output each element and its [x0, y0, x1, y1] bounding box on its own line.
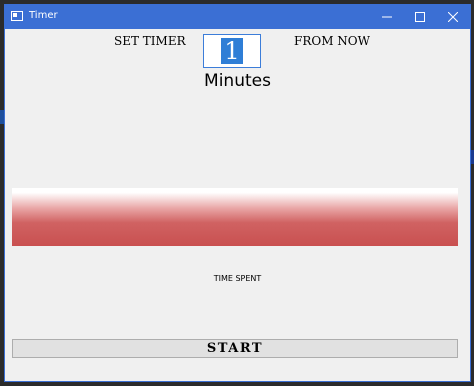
minutes-input[interactable]: 1	[203, 34, 261, 68]
start-button[interactable]: START	[12, 339, 458, 358]
close-icon	[448, 12, 458, 22]
app-icon	[11, 11, 23, 21]
minimize-button[interactable]	[370, 5, 404, 29]
maximize-button[interactable]	[403, 5, 437, 29]
maximize-icon	[415, 12, 425, 22]
timer-window: Timer SET TIMER 1 FROM NOW Minutes TIME …	[4, 4, 471, 382]
minimize-icon	[382, 16, 392, 18]
window-title: Timer	[29, 10, 58, 21]
set-timer-label: SET TIMER	[114, 34, 186, 48]
minutes-unit-label: Minutes	[204, 71, 271, 91]
time-spent-label: TIME SPENT	[213, 274, 262, 283]
from-now-label: FROM NOW	[294, 34, 370, 48]
minutes-input-value: 1	[221, 38, 243, 64]
time-progress-bar	[12, 188, 458, 246]
close-button[interactable]	[436, 5, 470, 29]
title-bar[interactable]: Timer	[5, 5, 470, 29]
